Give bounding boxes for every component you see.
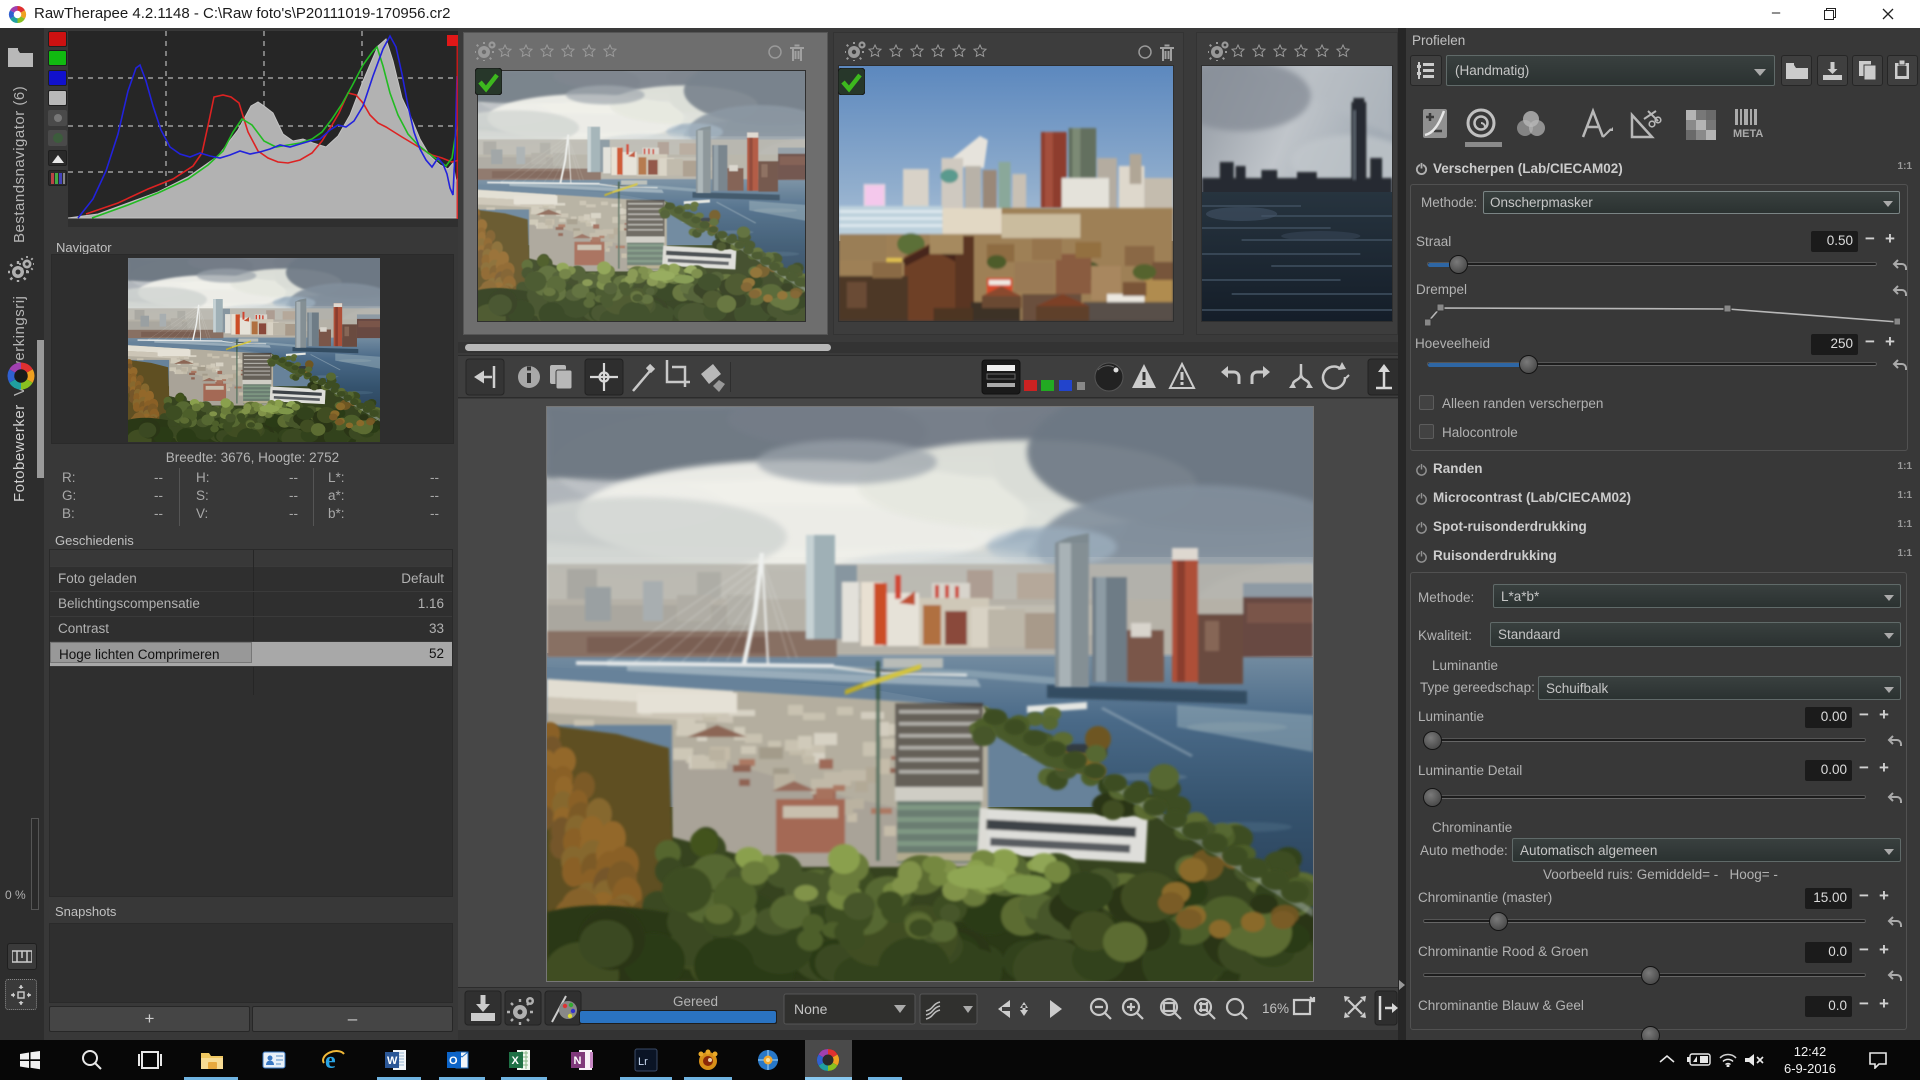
svg-text:N: N: [574, 1055, 582, 1067]
svg-text:W: W: [387, 1055, 398, 1067]
svg-text:O: O: [449, 1055, 458, 1067]
svg-text:META: META: [1733, 128, 1763, 140]
svg-text:16%: 16%: [1262, 1001, 1289, 1016]
svg-text:X: X: [512, 1055, 520, 1067]
svg-text:Lr: Lr: [638, 1056, 648, 1068]
svg-text:None: None: [794, 1001, 828, 1017]
svg-text:Gereed: Gereed: [673, 994, 718, 1009]
